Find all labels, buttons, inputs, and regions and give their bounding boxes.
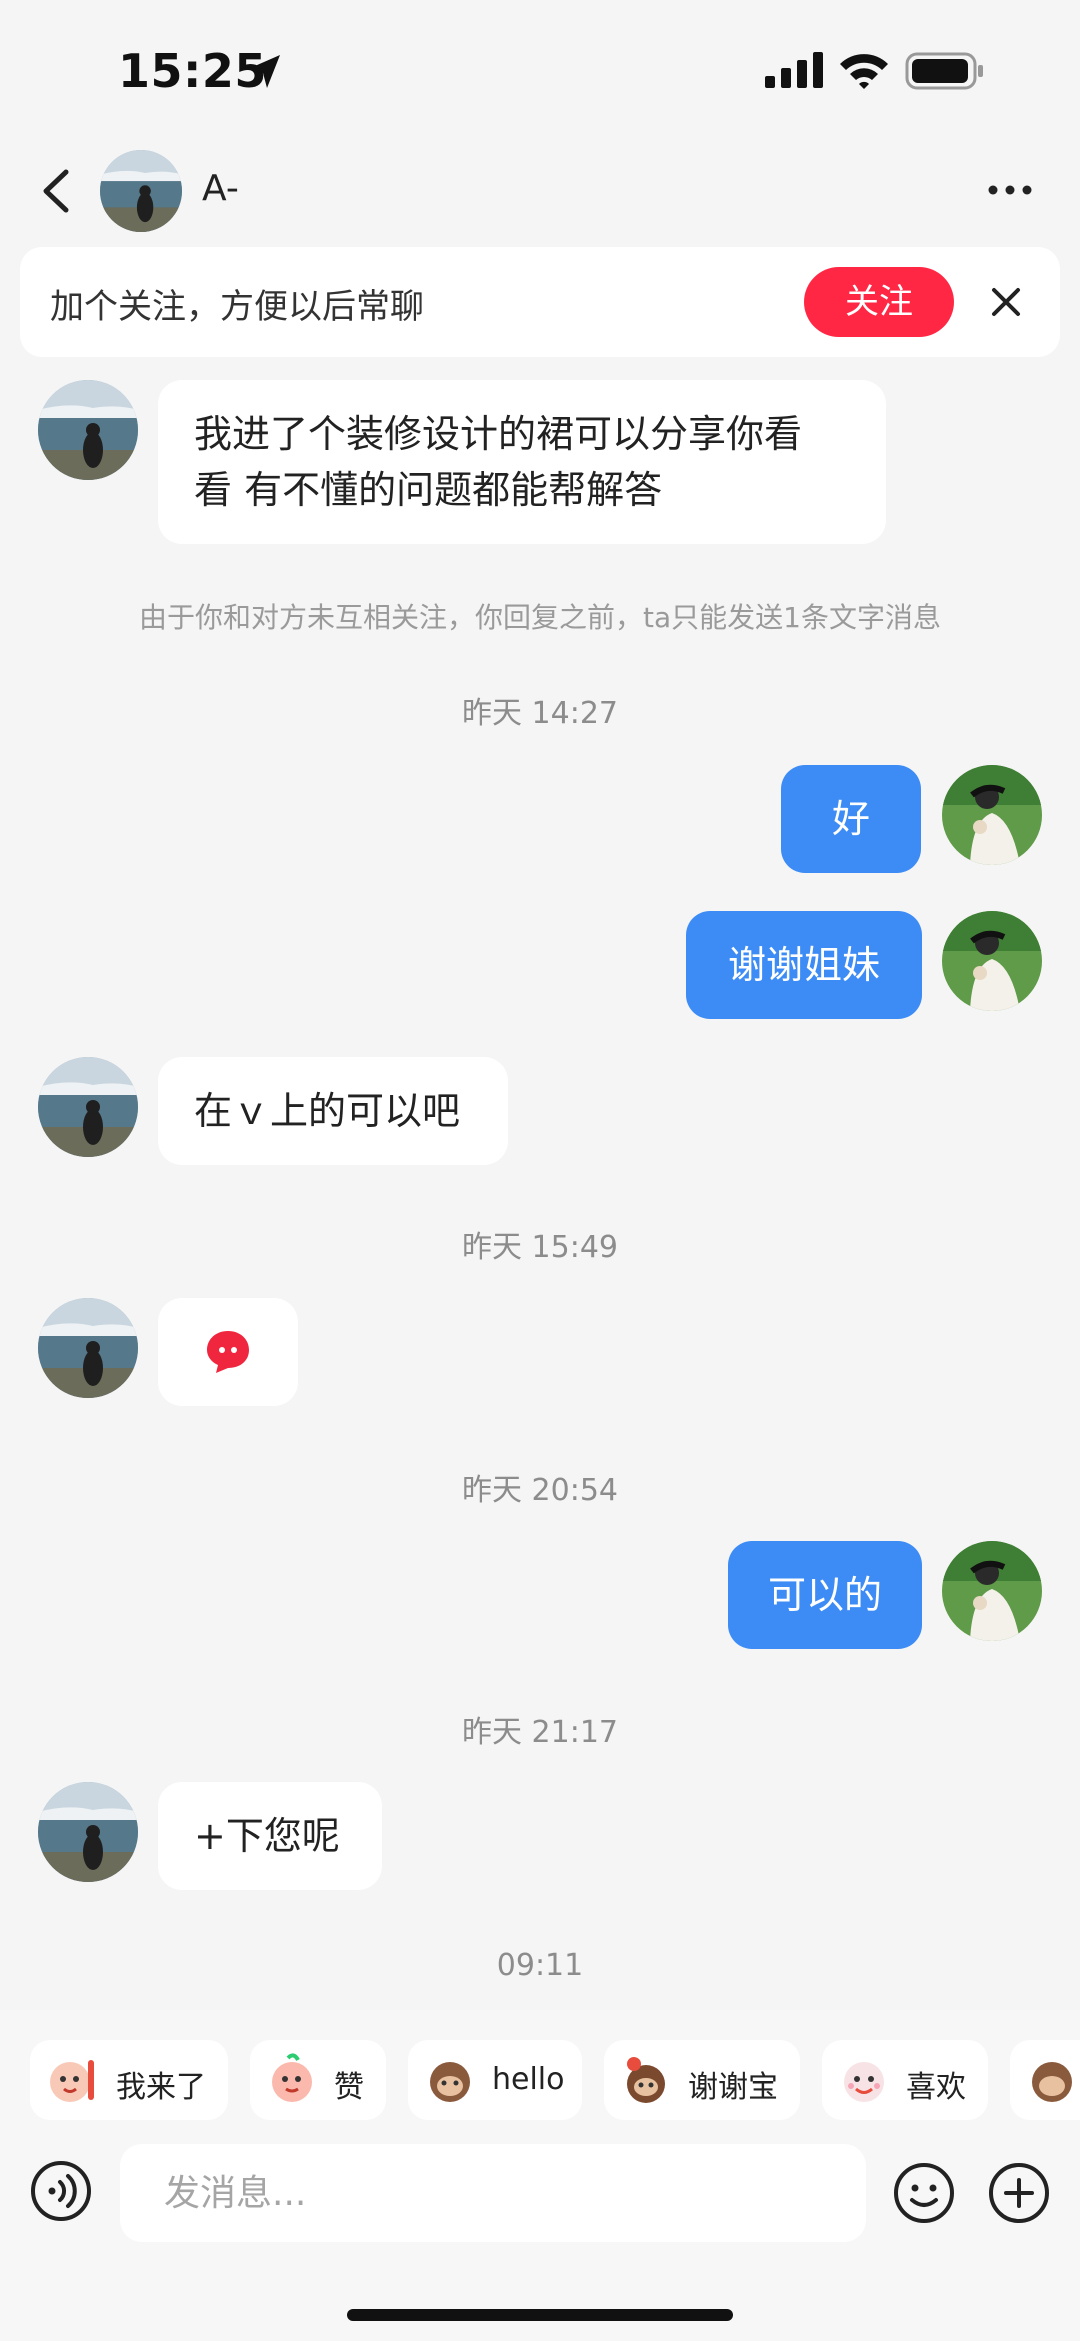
quick-reply-chip[interactable]: hello (408, 2040, 582, 2120)
message-text: 我进了个装修设计的裙可以分享你看 (194, 412, 803, 456)
peer-avatar[interactable] (38, 1057, 138, 1157)
my-avatar[interactable] (942, 765, 1042, 865)
chat-bubble-sticker-icon (207, 1331, 249, 1373)
wifi-icon (840, 54, 888, 89)
quick-reply-label: 谢谢宝 (688, 2070, 778, 2105)
message-bubble[interactable]: 可以的 (728, 1541, 922, 1649)
my-avatar[interactable] (942, 1541, 1042, 1641)
message-text: 看 有不懂的问题都能帮解答 (194, 468, 663, 512)
sticker-icon (627, 2057, 665, 2103)
sticker-icon (844, 2062, 884, 2102)
peer-avatar[interactable] (100, 150, 182, 232)
quick-reply-chip[interactable]: 谢谢宝 (604, 2040, 800, 2120)
message-text: 可以的 (767, 1573, 882, 1617)
message-bubble[interactable]: 我进了个装修设计的裙可以分享你看 看 有不懂的问题都能帮解答 (158, 380, 886, 544)
peer-name: A- (202, 168, 239, 209)
quick-reply-label: 赞 (334, 2070, 364, 2105)
quick-reply-chip[interactable]: 我来了 (30, 2040, 228, 2120)
follow-banner: 加个关注，方便以后常聊 关注 (20, 247, 1060, 357)
emoji-icon[interactable] (893, 2162, 955, 2224)
more-icon[interactable] (985, 170, 1035, 210)
sticker-icon (50, 2060, 94, 2102)
signal-icon (765, 52, 823, 88)
quick-reply-chip[interactable]: 赞 (250, 2040, 386, 2120)
timestamp: 昨天 21:17 (462, 1715, 618, 1750)
message-text: +下您呢 (194, 1814, 340, 1858)
message-bubble[interactable]: 在ｖ上的可以吧 (158, 1057, 508, 1165)
plus-icon[interactable] (988, 2162, 1050, 2224)
peer-avatar[interactable] (38, 1782, 138, 1882)
voice-icon[interactable] (30, 2160, 92, 2222)
quick-reply-label: 喜欢 (906, 2070, 966, 2105)
status-bar: 15:25 (0, 0, 1080, 140)
message-bubble[interactable]: +下您呢 (158, 1782, 382, 1890)
timestamp: 09:11 (496, 1948, 584, 1983)
message-bubble[interactable] (158, 1298, 298, 1406)
message-bubble[interactable]: 谢谢姐妹 (686, 911, 922, 1019)
follow-button[interactable]: 关注 (804, 267, 954, 337)
peer-avatar[interactable] (38, 380, 138, 480)
battery-icon (905, 52, 983, 90)
message-text: 好 (831, 797, 870, 841)
reply-limit-notice: 由于你和对方未互相关注，你回复之前，ta只能发送1条文字消息 (139, 601, 941, 634)
home-indicator[interactable] (347, 2309, 733, 2321)
close-icon[interactable] (986, 282, 1026, 322)
quick-reply-chip[interactable]: 喜欢 (822, 2040, 988, 2120)
quick-reply-label: hello (492, 2062, 565, 2097)
quick-reply-row[interactable]: 我来了 赞 hello 谢谢宝 喜欢 (0, 2040, 1080, 2124)
message-text: 谢谢姐妹 (727, 943, 880, 987)
quick-reply-label: 我来了 (116, 2070, 206, 2105)
timestamp: 昨天 14:27 (462, 696, 618, 731)
sticker-icon (1032, 2062, 1072, 2102)
peer-avatar[interactable] (38, 1298, 138, 1398)
my-avatar[interactable] (942, 911, 1042, 1011)
follow-prompt-text: 加个关注，方便以后常聊 (50, 287, 424, 327)
message-input[interactable] (120, 2144, 866, 2242)
sticker-icon (272, 2053, 312, 2102)
location-arrow-icon (248, 55, 280, 88)
sticker-icon (430, 2062, 470, 2102)
message-bubble[interactable]: 好 (781, 765, 921, 873)
message-text: 在ｖ上的可以吧 (194, 1089, 461, 1133)
timestamp: 昨天 15:49 (462, 1230, 618, 1265)
chat-header: A- (0, 140, 1080, 240)
back-icon[interactable] (36, 166, 76, 216)
quick-reply-chip[interactable] (1010, 2040, 1080, 2120)
timestamp: 昨天 20:54 (462, 1473, 618, 1508)
